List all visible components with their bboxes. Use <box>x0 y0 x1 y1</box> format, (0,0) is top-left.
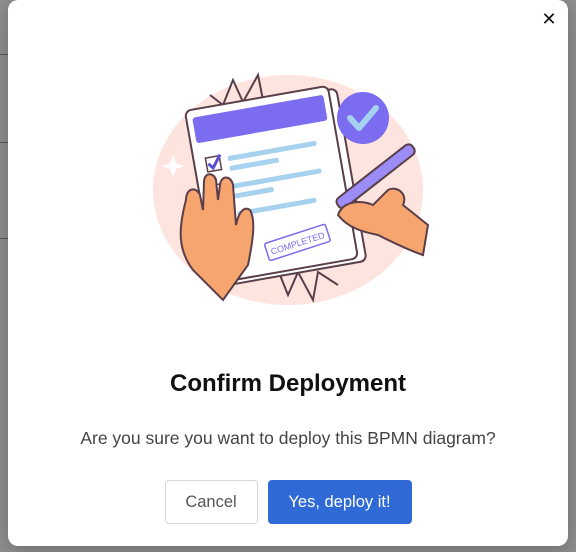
dialog-message: Are you sure you want to deploy this BPM… <box>80 428 496 448</box>
dialog-actions: Cancel Yes, deploy it! <box>8 480 568 524</box>
dialog-title: Confirm Deployment <box>169 370 406 397</box>
confirm-deployment-dialog: ✕ COMPLETED Confirm Deployment Are you s… <box>8 0 568 546</box>
deployment-illustration: COMPLETED <box>153 72 430 305</box>
close-button[interactable]: ✕ <box>538 9 560 31</box>
background-divider <box>0 238 8 239</box>
cancel-button[interactable]: Cancel <box>164 480 258 524</box>
background-divider <box>0 142 8 143</box>
close-icon: ✕ <box>541 9 557 30</box>
confirm-deploy-button[interactable]: Yes, deploy it! <box>267 480 412 524</box>
background-divider <box>0 54 8 55</box>
